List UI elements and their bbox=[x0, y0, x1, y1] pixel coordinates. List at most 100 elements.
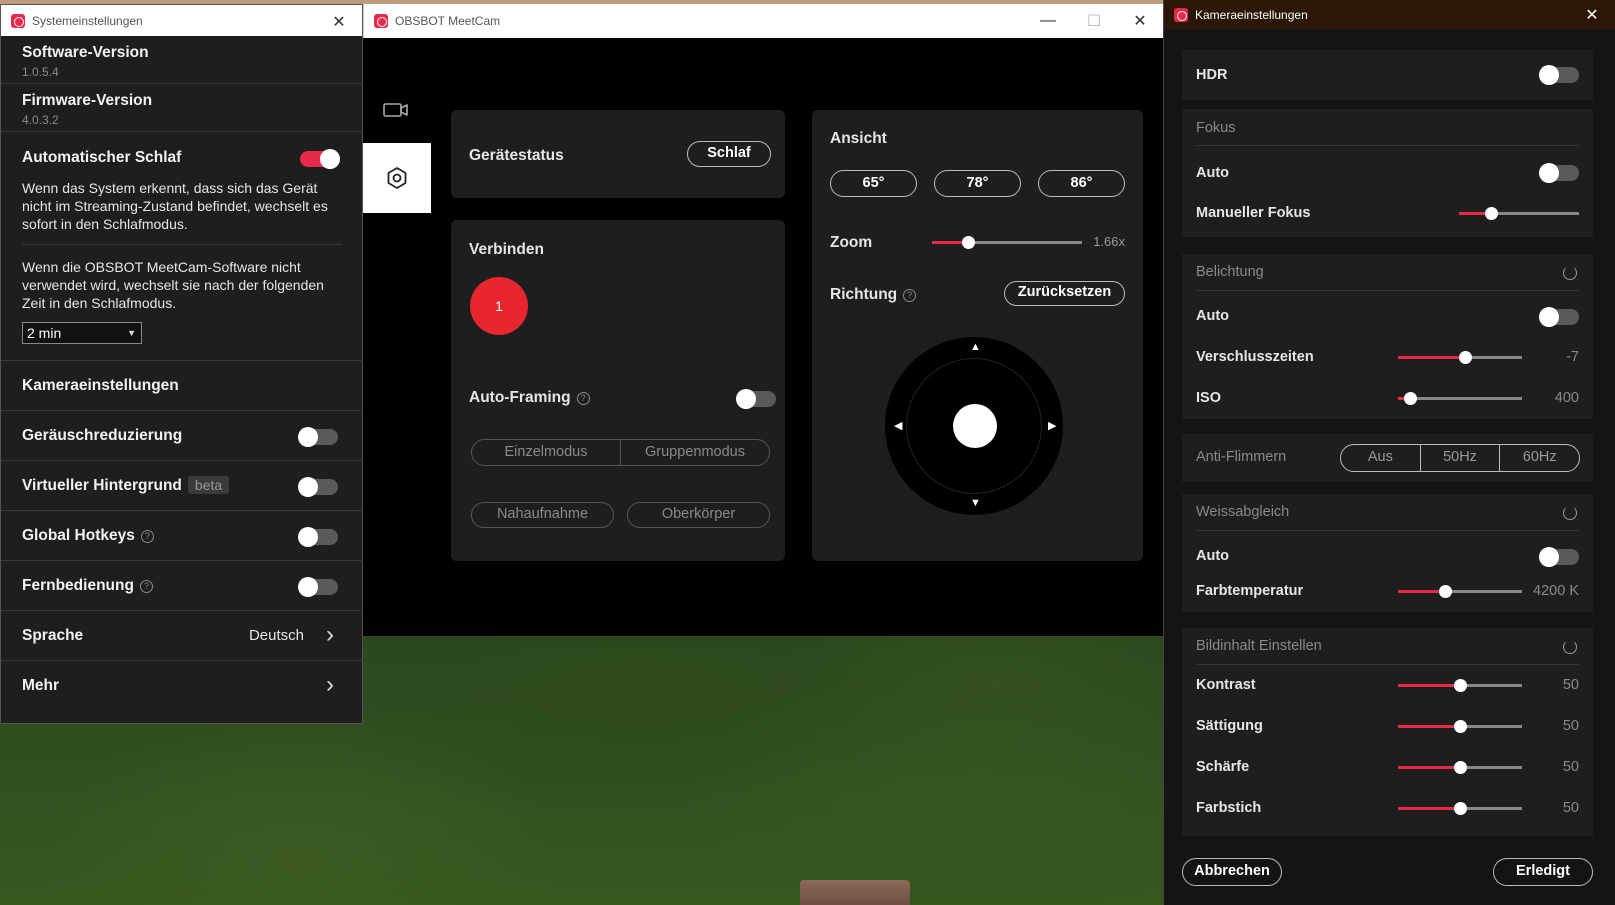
wb-auto-toggle[interactable] bbox=[1539, 547, 1579, 567]
white-balance-heading: Weissabgleich bbox=[1196, 504, 1290, 520]
help-icon[interactable]: ? bbox=[140, 530, 154, 543]
hdr-toggle[interactable] bbox=[1539, 65, 1579, 85]
auto-framing-toggle[interactable] bbox=[736, 389, 776, 409]
manual-focus-slider-thumb[interactable] bbox=[1485, 207, 1499, 220]
color-temp-slider[interactable] bbox=[1398, 585, 1522, 598]
iso-slider-thumb[interactable] bbox=[1404, 392, 1418, 405]
window-title: Systemeinstellungen bbox=[32, 13, 143, 28]
more-row[interactable]: Mehr › bbox=[1, 661, 364, 711]
arrow-down-icon[interactable]: ▼ bbox=[970, 497, 981, 509]
manual-focus-label: Manueller Fokus bbox=[1196, 205, 1311, 221]
close-icon[interactable]: ✕ bbox=[1569, 0, 1615, 29]
sharpness-value: 50 bbox=[1562, 759, 1579, 775]
sleep-time-select[interactable]: 2 min ▼ bbox=[22, 322, 142, 344]
zoom-slider-thumb[interactable] bbox=[962, 236, 975, 249]
remote-control-label: Fernbedienung bbox=[22, 577, 134, 594]
language-row[interactable]: Sprache Deutsch › bbox=[1, 611, 364, 661]
cancel-button[interactable]: Abbrechen bbox=[1182, 858, 1282, 886]
fov-65-button[interactable]: 65° bbox=[830, 170, 917, 197]
language-label: Sprache bbox=[22, 627, 84, 644]
image-adjust-heading: Bildinhalt Einstellen bbox=[1196, 638, 1322, 654]
saturation-value: 50 bbox=[1562, 718, 1579, 734]
auto-framing-label: Auto-Framing bbox=[469, 389, 571, 406]
language-value: Deutsch bbox=[248, 627, 304, 644]
antiflicker-50hz-option[interactable]: 50Hz bbox=[1419, 445, 1500, 471]
sharpness-slider-thumb[interactable] bbox=[1454, 761, 1467, 774]
tint-slider-thumb[interactable] bbox=[1454, 802, 1467, 815]
chevron-right-icon: › bbox=[326, 621, 334, 648]
help-icon[interactable]: ? bbox=[576, 392, 590, 405]
joystick-knob[interactable] bbox=[953, 404, 997, 448]
arrow-right-icon[interactable]: ▶ bbox=[1048, 419, 1056, 432]
closeup-button[interactable]: Nahaufnahme bbox=[471, 502, 614, 528]
auto-sleep-toggle[interactable] bbox=[300, 149, 340, 169]
fov-86-button[interactable]: 86° bbox=[1038, 170, 1125, 197]
arrow-left-icon[interactable]: ◀ bbox=[894, 419, 902, 432]
help-icon[interactable]: ? bbox=[903, 289, 917, 302]
exposure-auto-label: Auto bbox=[1196, 308, 1230, 324]
global-hotkeys-toggle[interactable] bbox=[298, 527, 338, 547]
tint-slider-fill bbox=[1398, 807, 1460, 810]
virtual-background-toggle[interactable] bbox=[298, 477, 338, 497]
divider bbox=[1196, 145, 1579, 146]
chevron-right-icon: › bbox=[326, 671, 334, 698]
arrow-up-icon[interactable]: ▲ bbox=[970, 341, 981, 353]
exposure-heading: Belichtung bbox=[1196, 264, 1264, 280]
done-button[interactable]: Erledigt bbox=[1493, 858, 1593, 886]
device-1-button[interactable]: 1 bbox=[470, 277, 528, 335]
framing-mode-selector: Einzelmodus Gruppenmodus bbox=[471, 439, 770, 466]
tint-slider[interactable] bbox=[1398, 802, 1522, 815]
exposure-auto-toggle[interactable] bbox=[1539, 307, 1579, 327]
contrast-slider-thumb[interactable] bbox=[1454, 679, 1467, 692]
camera-settings-label: Kameraeinstellungen bbox=[22, 377, 179, 394]
settings-nav-button[interactable] bbox=[363, 143, 431, 213]
sharpness-slider[interactable] bbox=[1398, 761, 1522, 774]
camera-icon[interactable] bbox=[383, 100, 409, 120]
color-temp-slider-thumb[interactable] bbox=[1439, 585, 1453, 598]
sleep-button[interactable]: Schlaf bbox=[687, 141, 771, 167]
iso-slider[interactable] bbox=[1398, 392, 1522, 405]
camera-settings-titlebar: Kameraeinstellungen ✕ bbox=[1164, 0, 1615, 29]
saturation-slider[interactable] bbox=[1398, 720, 1522, 733]
single-mode-option[interactable]: Einzelmodus bbox=[472, 440, 620, 465]
focus-panel: Fokus Auto Manueller Fokus bbox=[1182, 109, 1593, 237]
connect-card: Verbinden 1 Auto-Framing? Einzelmodus Gr… bbox=[451, 220, 785, 561]
reset-icon[interactable] bbox=[1563, 506, 1577, 520]
manual-focus-slider[interactable] bbox=[1459, 207, 1579, 220]
divider bbox=[1196, 530, 1579, 531]
tint-label: Farbstich bbox=[1196, 800, 1262, 816]
focus-auto-label: Auto bbox=[1196, 165, 1230, 181]
shutter-slider-thumb[interactable] bbox=[1458, 351, 1472, 364]
fov-78-button[interactable]: 78° bbox=[934, 170, 1021, 197]
zoom-value: 1.66x bbox=[1093, 234, 1125, 249]
contrast-slider[interactable] bbox=[1398, 679, 1522, 692]
antiflicker-off-option[interactable]: Aus bbox=[1341, 445, 1420, 471]
upper-body-button[interactable]: Oberkörper bbox=[627, 502, 770, 528]
maximize-icon[interactable]: ☐ bbox=[1071, 4, 1117, 38]
minimize-icon[interactable]: — bbox=[1025, 4, 1071, 38]
antiflicker-60hz-option[interactable]: 60Hz bbox=[1499, 445, 1579, 471]
sleep-time-value: 2 min bbox=[27, 325, 62, 341]
zoom-slider[interactable] bbox=[932, 236, 1082, 249]
remote-control-toggle[interactable] bbox=[298, 577, 338, 597]
close-icon[interactable]: ✕ bbox=[316, 5, 362, 39]
system-settings-titlebar: Systemeinstellungen ✕ bbox=[1, 5, 362, 36]
antiflicker-selector: Aus 50Hz 60Hz bbox=[1340, 444, 1580, 472]
hdr-panel: HDR bbox=[1182, 50, 1593, 100]
group-mode-option[interactable]: Gruppenmodus bbox=[620, 440, 769, 465]
reset-direction-button[interactable]: Zurücksetzen bbox=[1004, 281, 1125, 306]
window-title: OBSBOT MeetCam bbox=[395, 14, 501, 28]
contrast-slider-fill bbox=[1398, 684, 1460, 687]
reset-icon[interactable] bbox=[1563, 640, 1577, 654]
device-status-label: Gerätestatus bbox=[469, 147, 564, 164]
saturation-slider-thumb[interactable] bbox=[1454, 720, 1467, 733]
color-temp-label: Farbtemperatur bbox=[1196, 583, 1304, 599]
noise-reduction-toggle[interactable] bbox=[298, 427, 338, 447]
focus-auto-toggle[interactable] bbox=[1539, 163, 1579, 183]
camera-settings-link[interactable]: Kameraeinstellungen bbox=[1, 361, 364, 411]
iso-value: 400 bbox=[1554, 390, 1579, 406]
help-icon[interactable]: ? bbox=[139, 580, 153, 593]
reset-icon[interactable] bbox=[1563, 266, 1577, 280]
shutter-slider[interactable] bbox=[1398, 351, 1522, 364]
close-icon[interactable]: ✕ bbox=[1117, 4, 1163, 38]
